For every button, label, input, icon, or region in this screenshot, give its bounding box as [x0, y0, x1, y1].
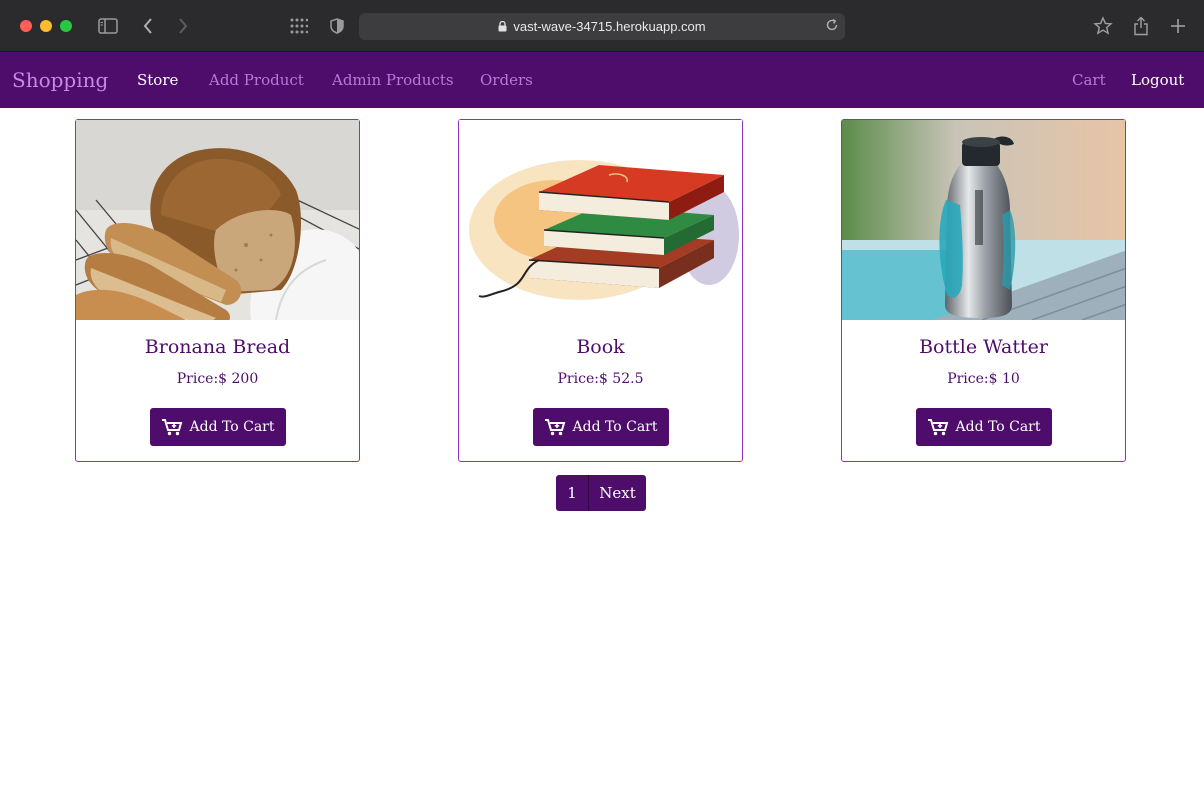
- product-card: Bronana Bread Price:$ 200 Add To Cart: [75, 119, 360, 462]
- url-text: vast-wave-34715.herokuapp.com: [513, 19, 706, 34]
- cart-icon: [544, 418, 566, 436]
- tab-overview-grid-icon[interactable]: [287, 14, 311, 38]
- logout-button[interactable]: Logout: [1131, 71, 1184, 89]
- close-window-button[interactable]: [20, 20, 32, 32]
- add-to-cart-button[interactable]: Add To Cart: [149, 408, 286, 446]
- lock-icon: [498, 21, 507, 32]
- cart-icon: [161, 418, 183, 436]
- brand-logo-link[interactable]: Shopping: [12, 68, 108, 92]
- page-1-button[interactable]: 1: [556, 475, 589, 511]
- nav-link-admin-products[interactable]: Admin Products: [332, 71, 454, 89]
- product-card: Bottle Watter Price:$ 10 Add To Cart: [841, 119, 1126, 462]
- address-bar[interactable]: vast-wave-34715.herokuapp.com: [359, 13, 845, 40]
- add-to-cart-label: Add To Cart: [572, 419, 658, 435]
- product-price: Price:$ 10: [947, 371, 1020, 387]
- pagination: 1 Next: [556, 475, 646, 511]
- next-page-button[interactable]: Next: [589, 475, 646, 511]
- zoom-window-button[interactable]: [60, 20, 72, 32]
- product-title: Bronana Bread: [144, 336, 291, 358]
- add-to-cart-label: Add To Cart: [955, 419, 1041, 435]
- add-to-cart-button[interactable]: Add To Cart: [915, 408, 1052, 446]
- bookmark-star-icon[interactable]: [1091, 14, 1115, 38]
- site-navbar: Shopping Store Add Product Admin Product…: [0, 52, 1204, 108]
- nav-link-store[interactable]: Store: [137, 71, 178, 89]
- minimize-window-button[interactable]: [40, 20, 52, 32]
- product-title: Book: [576, 336, 625, 358]
- product-image-water-bottle: [842, 120, 1125, 320]
- product-price: Price:$ 200: [176, 371, 259, 387]
- product-image-book: [459, 120, 742, 320]
- cart-icon: [927, 418, 949, 436]
- reload-icon[interactable]: [825, 18, 839, 32]
- back-icon[interactable]: [136, 14, 160, 38]
- share-icon[interactable]: [1129, 14, 1153, 38]
- forward-icon[interactable]: [171, 14, 195, 38]
- product-title: Bottle Watter: [919, 336, 1048, 358]
- nav-link-cart[interactable]: Cart: [1072, 71, 1106, 89]
- product-card: Book Price:$ 52.5 Add To Cart: [458, 119, 743, 462]
- nav-link-orders[interactable]: Orders: [480, 71, 533, 89]
- sidebar-toggle-icon[interactable]: [96, 14, 120, 38]
- privacy-shield-icon[interactable]: [325, 14, 349, 38]
- add-to-cart-button[interactable]: Add To Cart: [532, 408, 669, 446]
- browser-toolbar: vast-wave-34715.herokuapp.com: [0, 0, 1204, 52]
- product-price: Price:$ 52.5: [557, 371, 644, 387]
- product-image-bread: [76, 120, 359, 320]
- add-to-cart-label: Add To Cart: [189, 419, 275, 435]
- new-tab-plus-icon[interactable]: [1166, 14, 1190, 38]
- nav-link-add-product[interactable]: Add Product: [209, 71, 304, 89]
